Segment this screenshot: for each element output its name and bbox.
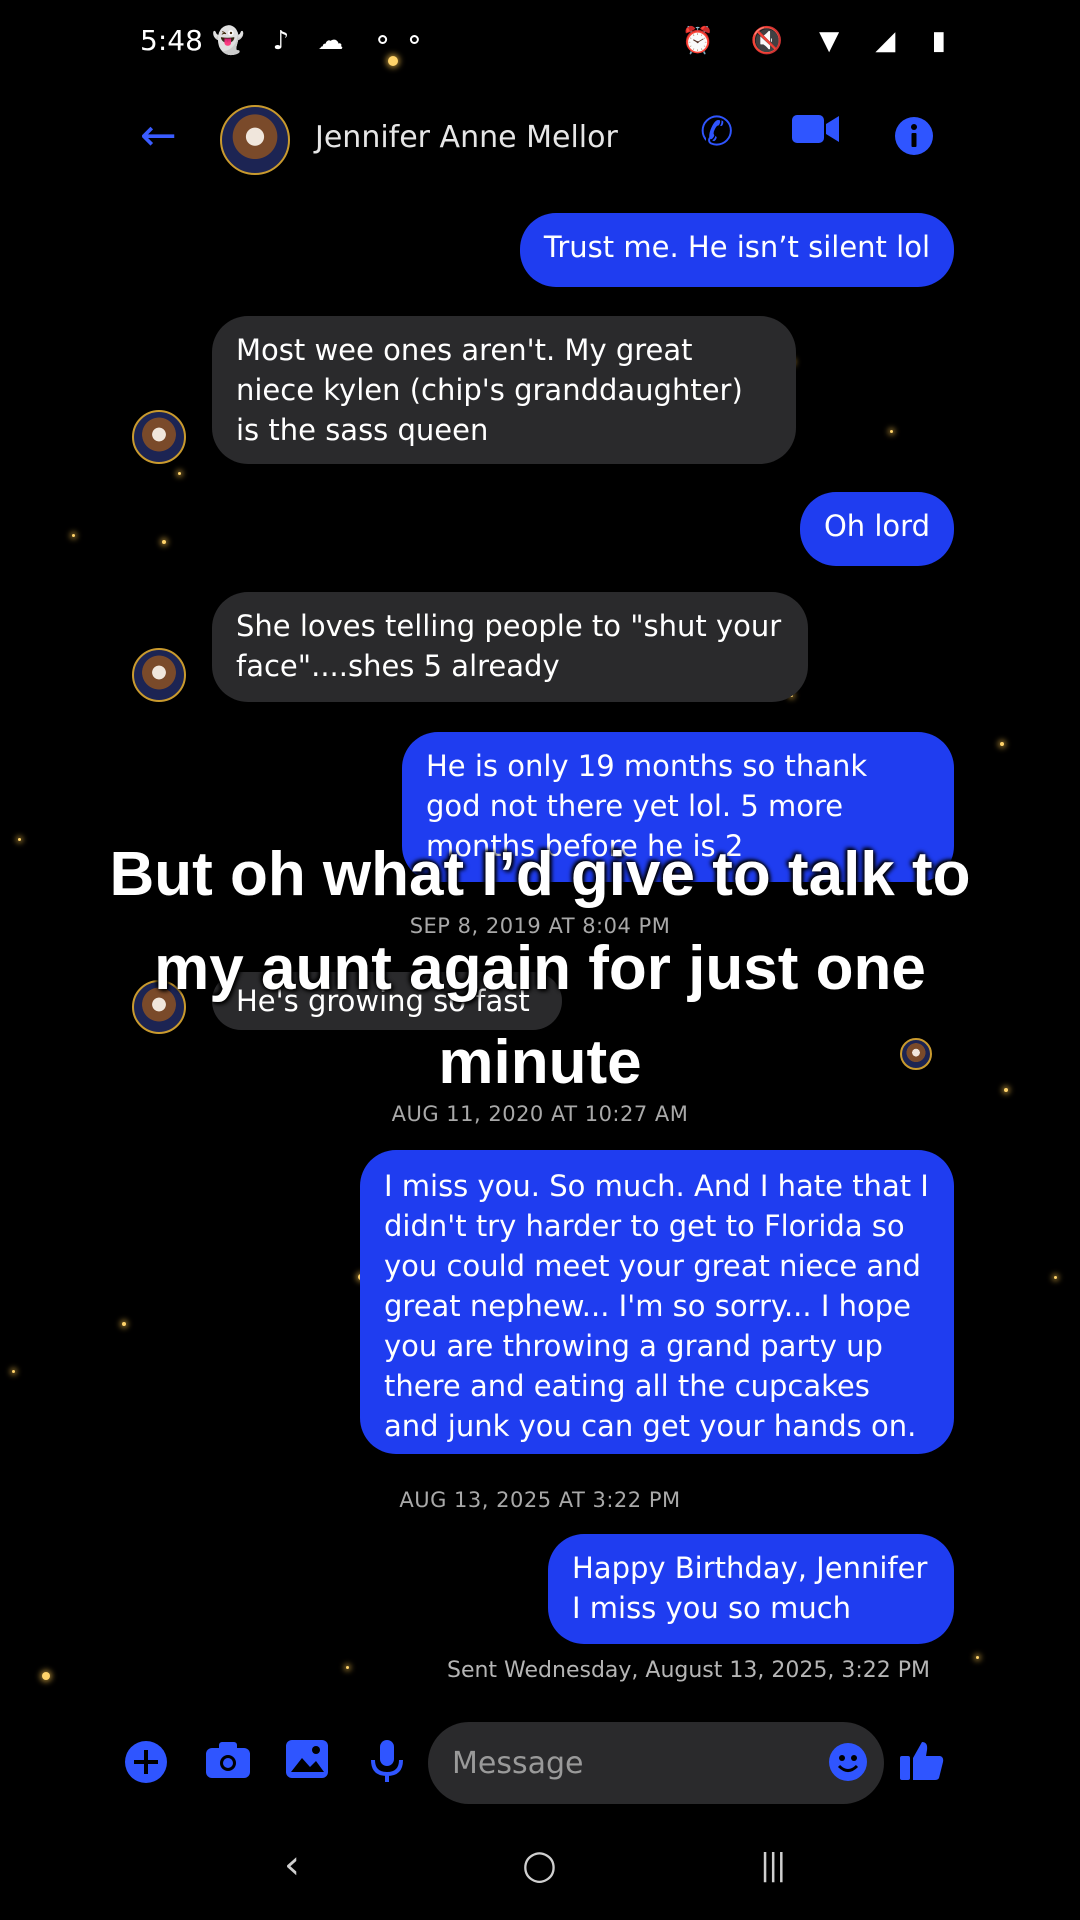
outgoing-message[interactable]: Oh lord (799, 492, 954, 566)
system-navigation-bar: ‹ ○ ||| (0, 1845, 1080, 1895)
incoming-message[interactable]: She loves telling people to "shut your f… (212, 592, 808, 702)
nav-back-button[interactable]: ‹ (284, 1845, 300, 1885)
video-call-icon[interactable] (792, 112, 840, 153)
microphone-icon[interactable] (370, 1740, 404, 1791)
outgoing-message[interactable]: Happy Birthday, Jennifer I miss you so m… (548, 1534, 954, 1644)
system-status-icons: ⏰ 🔇 ▼ ◢ ▮ (681, 26, 960, 56)
conversation-header: ← Jennifer Anne Mellor ✆ (0, 100, 1080, 180)
status-time: 5:48 (140, 24, 203, 57)
info-icon[interactable] (894, 116, 934, 163)
nav-recents-button[interactable]: ||| (760, 1851, 786, 1881)
sent-status: Sent Wednesday, August 13, 2025, 3:22 PM (446, 1658, 930, 1683)
notification-icons: 👻 ♪ ☁ ⚬⚬ (212, 26, 436, 56)
sender-avatar (132, 648, 186, 702)
phone-call-icon[interactable]: ✆ (700, 112, 734, 152)
camera-icon[interactable] (206, 1740, 250, 1787)
overlay-caption: But oh what I’d give to talk to my aunt … (109, 840, 971, 1097)
back-arrow-icon[interactable]: ← (140, 114, 177, 158)
outgoing-message[interactable]: I miss you. So much. And I hate that I d… (360, 1150, 954, 1454)
like-thumbs-up-icon[interactable] (900, 1738, 944, 1789)
sender-avatar (132, 410, 186, 464)
message-input[interactable] (428, 1722, 884, 1804)
status-bar: 5:48 👻 ♪ ☁ ⚬⚬ ⏰ 🔇 ▼ ◢ ▮ (0, 22, 1080, 62)
incoming-message[interactable]: Most wee ones aren't. My great niece kyl… (212, 316, 796, 464)
message-composer (0, 1722, 1080, 1806)
contact-avatar[interactable] (220, 105, 290, 175)
emoji-icon[interactable] (828, 1742, 868, 1788)
add-icon[interactable] (124, 1740, 168, 1791)
contact-name[interactable]: Jennifer Anne Mellor (315, 120, 618, 155)
timestamp: AUG 13, 2025 AT 3:22 PM (399, 1488, 681, 1512)
gallery-icon[interactable] (286, 1740, 328, 1785)
nav-home-button[interactable]: ○ (522, 1845, 557, 1885)
outgoing-message[interactable]: Trust me. He isn’t silent lol (519, 213, 954, 287)
